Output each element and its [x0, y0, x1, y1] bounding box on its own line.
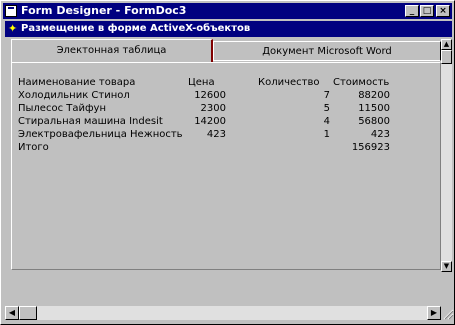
scroll-up-button[interactable]: ▲: [441, 39, 452, 50]
cell-cost[interactable]: 423: [340, 129, 390, 140]
tab-strip: Электонная таблица Документ Microsoft Wo…: [11, 39, 443, 63]
tab-word-document[interactable]: Документ Microsoft Word: [213, 41, 441, 61]
close-button[interactable]: ×: [436, 5, 450, 17]
vertical-scrollbar[interactable]: ▲ ▼: [441, 39, 452, 272]
horizontal-scroll-thumb[interactable]: [19, 306, 37, 320]
scroll-left-button[interactable]: ◀: [5, 306, 19, 320]
cell-quantity[interactable]: 7: [310, 90, 330, 101]
title-bar[interactable]: Form Designer - FormDoc3 _ □ ×: [3, 3, 452, 19]
cell-price[interactable]: 14200: [174, 116, 226, 127]
cell-price[interactable]: 12600: [174, 90, 226, 101]
header-quantity: Количество: [258, 77, 320, 88]
vertical-scroll-track[interactable]: [441, 50, 452, 262]
cell-product[interactable]: Стиральная машина Indesit: [18, 116, 163, 127]
child-window-title: Размещение в форме ActiveX-объектов: [21, 23, 251, 34]
cell-quantity[interactable]: 1: [310, 129, 330, 140]
resize-grip-icon[interactable]: [442, 307, 454, 321]
tab-spreadsheet[interactable]: Электонная таблица: [11, 39, 213, 63]
cell-cost[interactable]: 88200: [340, 90, 390, 101]
vertical-scroll-thumb[interactable]: [441, 50, 452, 64]
cell-cost[interactable]: 11500: [340, 103, 390, 114]
scroll-down-button[interactable]: ▼: [441, 261, 452, 272]
cell-quantity[interactable]: 4: [310, 116, 330, 127]
maximize-button[interactable]: □: [420, 5, 434, 17]
form-icon: ✦: [8, 22, 18, 35]
child-title-bar[interactable]: ✦ Размещение в форме ActiveX-объектов: [5, 21, 452, 37]
cell-price[interactable]: 423: [174, 129, 226, 140]
form-designer-window: Form Designer - FormDoc3 _ □ × ✦ Размеще…: [0, 0, 455, 325]
total-value[interactable]: 156923: [340, 142, 390, 153]
scroll-right-button[interactable]: ▶: [427, 306, 441, 320]
horizontal-scrollbar[interactable]: ◀ ▶: [5, 306, 441, 320]
minimize-button[interactable]: _: [405, 5, 419, 17]
header-cost: Стоимость: [333, 77, 390, 88]
header-product-name: Наименование товара: [18, 77, 136, 88]
cell-product[interactable]: Электровафельница Нежность: [18, 129, 183, 140]
spreadsheet-panel: Наименование товара Цена Количество Стои…: [11, 62, 441, 270]
window-title: Form Designer - FormDoc3: [21, 4, 187, 17]
app-icon[interactable]: [5, 5, 17, 17]
cell-price[interactable]: 2300: [174, 103, 226, 114]
horizontal-scroll-track[interactable]: [19, 306, 427, 320]
cell-product[interactable]: Холодильник Стинол: [18, 90, 130, 101]
cell-product[interactable]: Пылесос Тайфун: [18, 103, 106, 114]
header-price: Цена: [188, 77, 215, 88]
total-label: Итого: [18, 142, 49, 153]
cell-quantity[interactable]: 5: [310, 103, 330, 114]
cell-cost[interactable]: 56800: [340, 116, 390, 127]
